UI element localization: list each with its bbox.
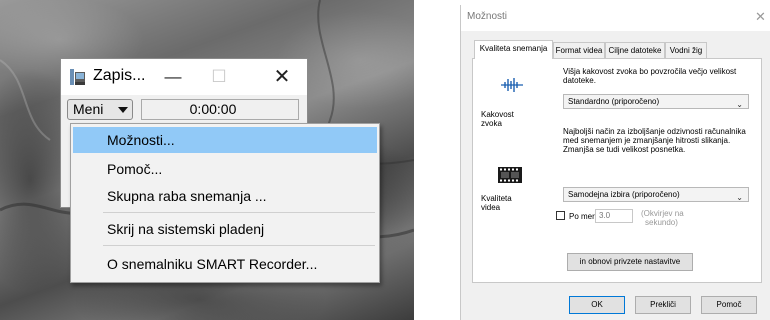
recording-quality-panel: Kakovost zvoka Višja kakovost zvoka bo p… <box>472 58 762 283</box>
chevron-down-icon: ⌄ <box>736 100 743 109</box>
audio-quality-select[interactable]: Standardno (priporočeno) ⌄ <box>563 94 749 109</box>
close-button[interactable]: ✕ <box>264 63 300 91</box>
fps-unit-line2: sekundo) <box>645 218 678 227</box>
recorder-title: Zapis... <box>93 67 146 84</box>
menu-separator <box>103 245 375 246</box>
audio-wave-icon <box>501 78 523 92</box>
audio-label-line1: Kakovost <box>481 110 514 119</box>
menu-button[interactable]: Meni <box>67 99 133 120</box>
recorder-app-icon <box>70 69 85 85</box>
menu-item-options[interactable]: Možnosti... <box>73 127 377 153</box>
tab-video-format[interactable]: Format videa <box>553 42 605 58</box>
custom-fps-checkbox[interactable] <box>556 211 565 220</box>
options-dialog: Možnosti ✕ Kvaliteta snemanja Format vid… <box>460 5 770 320</box>
menu-item-hide-to-tray[interactable]: Skrij na sistemski pladenj <box>73 216 377 242</box>
menu-item-help[interactable]: Pomoč... <box>73 156 377 182</box>
tab-target-files[interactable]: Ciljne datoteke <box>605 42 665 58</box>
dialog-title: Možnosti <box>467 11 508 22</box>
video-label-line1: Kvaliteta <box>481 194 512 203</box>
menu-button-label: Meni <box>73 101 104 117</box>
maximize-button[interactable]: ☐ <box>201 63 237 91</box>
video-quality-value: Samodejna izbira (priporočeno) <box>568 190 680 199</box>
audio-quality-value: Standardno (priporočeno) <box>568 97 660 106</box>
context-menu: Možnosti... Pomoč... Skupna raba snemanj… <box>70 123 380 283</box>
tab-recording-quality[interactable]: Kvaliteta snemanja <box>474 40 553 59</box>
cancel-button[interactable]: Prekliči <box>635 296 691 314</box>
restore-defaults-button[interactable]: in obnovi privzete nastavitve <box>567 253 693 271</box>
chevron-down-icon: ⌄ <box>736 193 743 202</box>
chevron-down-icon <box>118 107 128 113</box>
desktop-background: Zapis... — ☐ ✕ Meni 0:00:00 Možnosti... … <box>0 0 414 320</box>
video-label-line2: videa <box>481 203 501 212</box>
recorder-titlebar: Zapis... — ☐ ✕ <box>61 59 307 95</box>
options-area: Možnosti ✕ Kvaliteta snemanja Format vid… <box>414 0 770 320</box>
fps-input[interactable]: 3.0 <box>595 209 633 223</box>
menu-item-share-recording[interactable]: Skupna raba snemanja ... <box>73 183 377 209</box>
menu-separator <box>103 212 375 213</box>
tab-watermark[interactable]: Vodni žig <box>665 42 707 58</box>
time-display: 0:00:00 <box>141 99 299 120</box>
film-strip-icon <box>498 167 522 183</box>
video-quality-select[interactable]: Samodejna izbira (priporočeno) ⌄ <box>563 187 749 202</box>
minimize-button[interactable]: — <box>155 63 191 91</box>
video-description: Najboljši način za izboljšanje odzivnost… <box>563 127 746 154</box>
audio-description: Višja kakovost zvoka bo povzročila večjo… <box>563 67 737 85</box>
menu-item-about[interactable]: O snemalniku SMART Recorder... <box>73 251 377 277</box>
ok-button[interactable]: OK <box>569 296 625 314</box>
fps-unit-line1: (Okvirjev na <box>641 209 684 218</box>
dialog-close-button[interactable]: ✕ <box>755 9 766 25</box>
help-button[interactable]: Pomoč <box>701 296 757 314</box>
dialog-titlebar: Možnosti ✕ <box>461 5 770 31</box>
audio-label-line2: zvoka <box>481 119 502 128</box>
